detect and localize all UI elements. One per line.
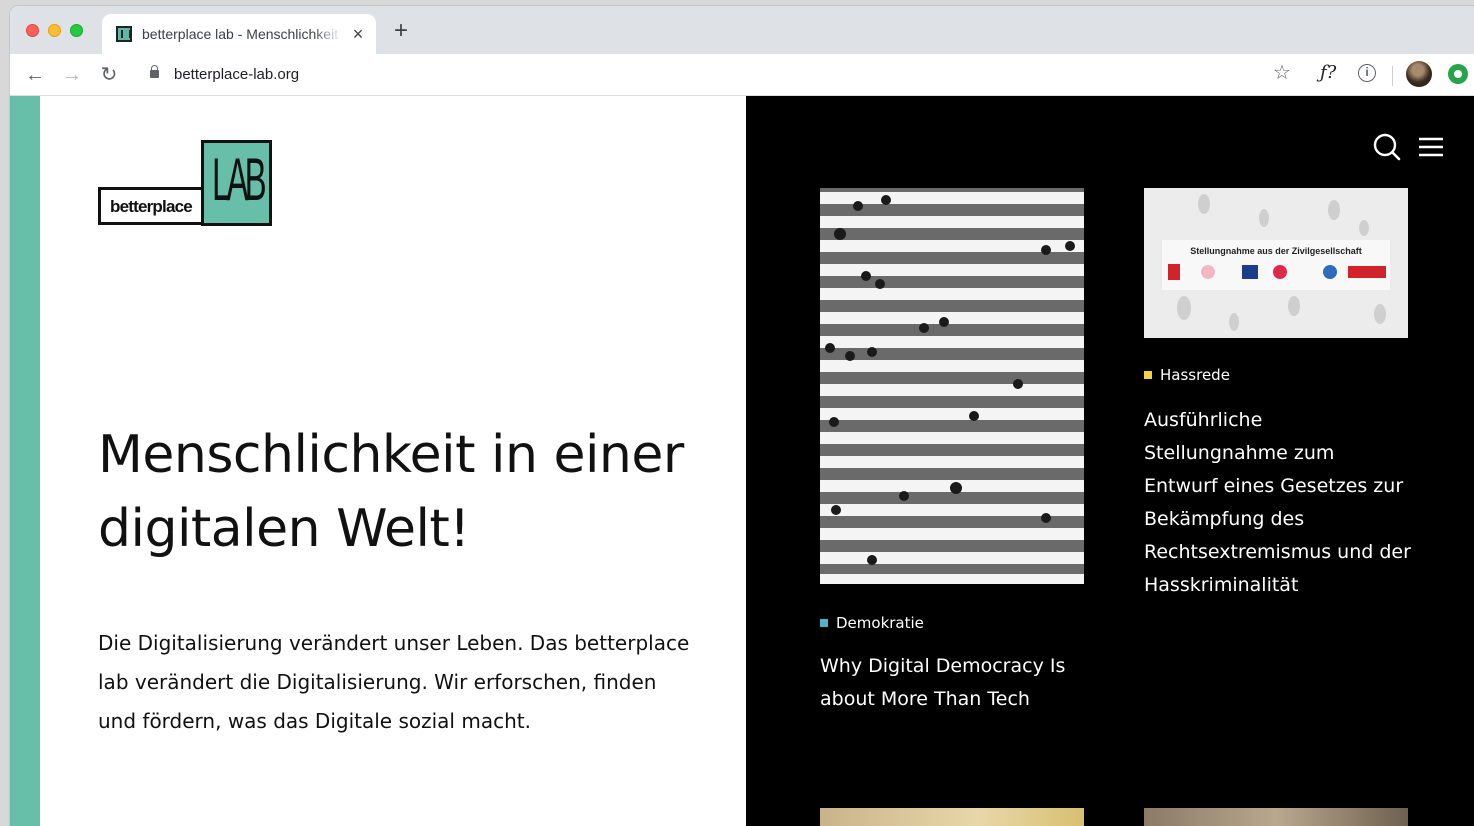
tag-dot-icon: [820, 619, 828, 627]
toolbar-divider: [1392, 66, 1393, 86]
url-text[interactable]: betterplace-lab.org: [174, 66, 299, 83]
lock-icon: [150, 65, 159, 78]
logo-lab-box: LAB: [201, 140, 272, 226]
close-window-button[interactable]: [26, 24, 39, 37]
article-card[interactable]: Stellungnahme aus der Zivilgesellschaft …: [1144, 188, 1411, 596]
extension-green-icon[interactable]: [1448, 64, 1468, 84]
logo-word: betterplace: [110, 197, 193, 216]
hero-title: Menschlichkeit in einer digitalen Welt!: [98, 425, 684, 559]
search-icon[interactable]: [1372, 132, 1402, 162]
crosswalk-image[interactable]: [820, 188, 1084, 584]
minimize-window-button[interactable]: [48, 24, 61, 37]
tag-label: Hassrede: [1160, 366, 1230, 384]
articles-panel: Demokratie Why Digital Democracy Is abou…: [746, 96, 1474, 826]
tab-bar: betterplace lab - Menschlichkeit × +: [10, 6, 1474, 54]
browser-window: betterplace lab - Menschlichkeit × + ← →…: [10, 6, 1474, 826]
article-image-partial[interactable]: [1144, 808, 1408, 826]
profile-avatar[interactable]: [1406, 61, 1432, 87]
back-button[interactable]: ←: [22, 62, 48, 88]
tag-label: Demokratie: [836, 614, 924, 632]
article-image-partial[interactable]: [820, 808, 1084, 826]
site-logo[interactable]: LAB betterplace: [98, 140, 272, 226]
address-bar[interactable]: betterplace-lab.org: [136, 60, 1306, 90]
article-card[interactable]: Demokratie Why Digital Democracy Is abou…: [820, 188, 1086, 710]
tab-close-button[interactable]: ×: [348, 24, 368, 44]
zoom-window-button[interactable]: [70, 24, 83, 37]
extension-info-icon[interactable]: i: [1358, 64, 1376, 82]
page: LAB betterplace Menschlichkeit in einer …: [10, 96, 1474, 826]
forward-button[interactable]: →: [59, 62, 85, 88]
tab-active[interactable]: betterplace lab - Menschlichkeit ×: [102, 14, 376, 54]
intro-panel: LAB betterplace Menschlichkeit in einer …: [40, 96, 746, 826]
logo-lab-text: LAB: [212, 146, 267, 213]
favicon-icon: [116, 26, 132, 42]
browser-toolbar: ← → ↻ betterplace-lab.org ☆ ƒ? i: [10, 54, 1474, 96]
image-caption: Stellungnahme aus der Zivilgesellschaft: [1190, 246, 1362, 256]
logo-word-box: betterplace: [98, 187, 204, 225]
bookmark-star-icon[interactable]: ☆: [1273, 62, 1291, 84]
category-tag[interactable]: Hassrede: [1144, 366, 1230, 384]
tab-title: betterplace lab - Menschlichkeit: [142, 26, 339, 42]
hero-text: Die Digitalisierung verändert unser Lebe…: [98, 631, 690, 733]
article-title[interactable]: Why Digital Democracy Is about More Than…: [820, 650, 1088, 716]
category-tag[interactable]: Demokratie: [820, 614, 924, 632]
new-tab-button[interactable]: +: [390, 19, 412, 43]
extension-f-icon[interactable]: ƒ?: [1320, 62, 1336, 83]
article-title[interactable]: Ausführliche Stellungnahme zum Entwurf e…: [1144, 404, 1412, 602]
tag-dot-icon: [1144, 371, 1152, 379]
accent-strip: [10, 96, 40, 826]
statement-image[interactable]: Stellungnahme aus der Zivilgesellschaft: [1144, 188, 1408, 338]
menu-icon[interactable]: [1416, 132, 1446, 162]
reload-button[interactable]: ↻: [96, 62, 122, 88]
